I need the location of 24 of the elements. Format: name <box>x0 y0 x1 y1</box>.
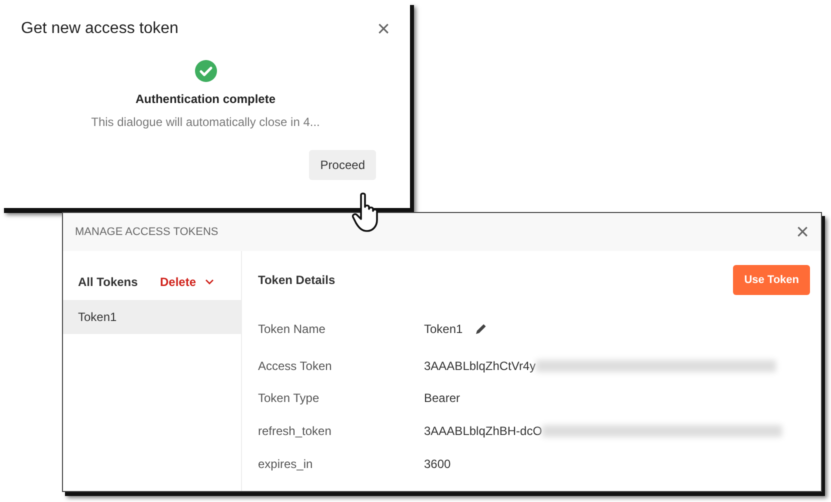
field-label: Access Token <box>258 358 333 372</box>
field-value: Bearer <box>424 390 460 404</box>
proceed-button[interactable]: Proceed <box>309 150 376 180</box>
field-value: 3600 <box>424 456 451 470</box>
status-title: Authentication complete <box>135 92 276 106</box>
status-message: This dialogue will automatically close in 4... <box>91 115 320 129</box>
field-label: expires_in <box>258 456 314 470</box>
details-heading: Token Details <box>258 273 336 287</box>
dialog-title: MANAGE ACCESS TOKENS <box>75 226 218 238</box>
field-value: 3AAABLblqZhBH-dcO <box>424 424 542 438</box>
close-button[interactable]: × <box>377 20 390 38</box>
close-button[interactable]: × <box>796 223 809 241</box>
delete-dropdown[interactable]: Delete <box>160 275 214 289</box>
field-value: 3AAABLblqZhCtVr4y <box>424 358 536 372</box>
field-label: Token Type <box>258 390 320 404</box>
token-item[interactable]: Token1 <box>63 300 241 334</box>
dialog-title: Get new access token <box>21 20 178 38</box>
field-value: Token1 <box>424 322 463 336</box>
sidebar-heading: All Tokens <box>78 275 139 289</box>
field-label: Token Name <box>258 322 326 336</box>
check-circle-icon <box>194 60 216 82</box>
field-label: refresh_token <box>258 424 332 438</box>
pencil-icon[interactable] <box>474 323 487 335</box>
chevron-down-icon <box>205 279 214 285</box>
